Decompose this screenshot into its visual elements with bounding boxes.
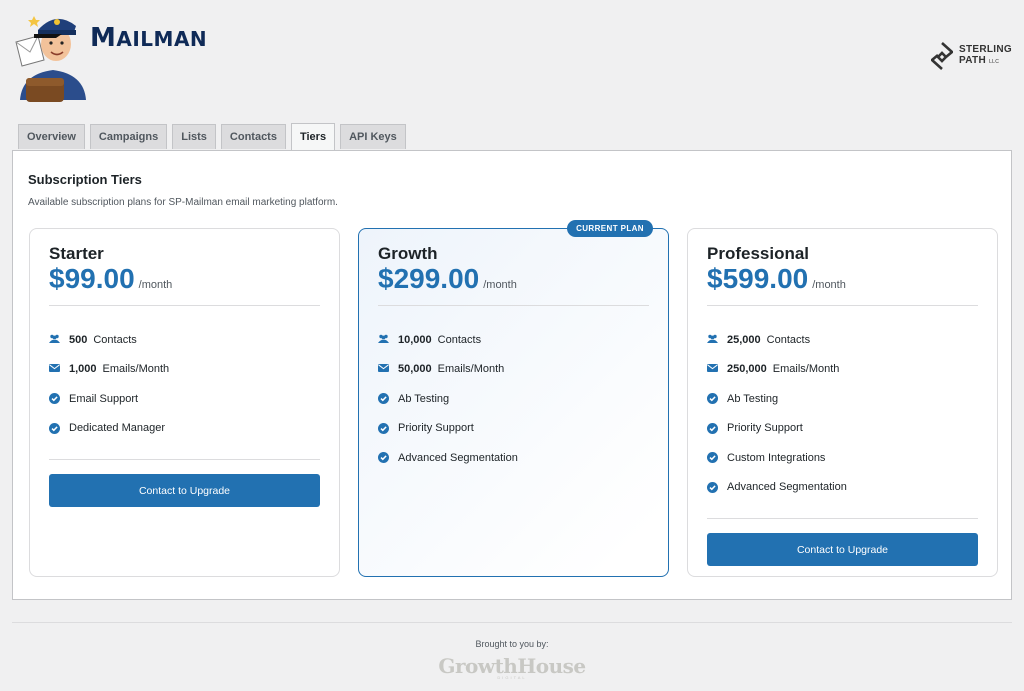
- feature-list: 25,000 Contacts 250,000 Emails/Month Ab Test…: [707, 325, 978, 502]
- users-icon: [49, 334, 60, 345]
- nav-tabs: Overview Campaigns Lists Contacts Tiers …: [18, 123, 406, 150]
- tab-campaigns[interactable]: Campaigns: [89, 124, 168, 149]
- feature-item: Ab Testing: [707, 384, 978, 414]
- users-icon: [707, 334, 718, 345]
- feature-label: Priority Support: [727, 422, 803, 435]
- page-description: Available subscription plans for SP-Mail…: [28, 197, 338, 208]
- feature-value: 250,000: [727, 363, 767, 376]
- feature-item: Ab Testing: [378, 384, 649, 414]
- feature-label: Ab Testing: [727, 392, 779, 405]
- mailman-mascot-logo: [15, 16, 86, 102]
- tier-price-row: $99.00/month: [49, 263, 172, 295]
- check-icon: [707, 452, 718, 464]
- tier-card-starter: Starter $99.00/month 500 Contacts 1,000 Email…: [29, 228, 340, 577]
- tab-lists[interactable]: Lists: [172, 124, 216, 149]
- tier-period: /month: [138, 279, 173, 291]
- feature-item: Custom Integrations: [707, 443, 978, 473]
- tier-card-growth: CURRENT PLAN Growth $299.00/month 10,000 Con…: [358, 220, 669, 577]
- check-icon: [707, 393, 718, 405]
- feature-label: Advanced Segmentation: [398, 451, 518, 464]
- tab-api-keys[interactable]: API Keys: [340, 124, 406, 149]
- feature-value: 25,000: [727, 333, 761, 346]
- sponsor-subtitle: DIGITAL: [497, 675, 527, 680]
- envelope-icon: [49, 363, 60, 375]
- feature-label: Advanced Segmentation: [727, 481, 847, 494]
- tier-price-row: $299.00/month: [378, 263, 517, 295]
- feature-item: Email Support: [49, 384, 320, 414]
- check-icon: [378, 422, 389, 434]
- tier-price: $299.00: [378, 263, 480, 294]
- partner-line1: STERLING: [959, 44, 1012, 55]
- card-divider: [49, 305, 320, 306]
- feature-item: 50,000 Emails/Month: [378, 355, 649, 385]
- tier-period: /month: [812, 279, 846, 291]
- footer-divider: [12, 622, 1012, 623]
- envelope-icon: [707, 363, 718, 375]
- tier-price-row: $599.00/month: [707, 263, 846, 295]
- sponsor-logo[interactable]: GrowthHouse DIGITAL: [0, 654, 1024, 680]
- contact-to-upgrade-button[interactable]: Contact to Upgrade: [49, 474, 320, 507]
- users-icon: [378, 334, 389, 345]
- feature-label: Contacts: [766, 333, 811, 346]
- feature-label: Email Support: [69, 392, 139, 405]
- check-icon: [378, 393, 389, 405]
- check-icon: [378, 452, 389, 464]
- app-title: MAILMAN: [90, 23, 208, 53]
- tab-contacts[interactable]: Contacts: [220, 124, 286, 149]
- page-title: Subscription Tiers: [28, 172, 142, 187]
- feature-label: Emails/Month: [437, 363, 505, 376]
- feature-item: 1,000 Emails/Month: [49, 355, 320, 385]
- card-divider: [707, 518, 978, 519]
- footer-label: Brought to you by:: [475, 639, 549, 649]
- tier-name: Growth: [378, 244, 438, 263]
- card-divider: [707, 305, 978, 306]
- feature-item: 25,000 Contacts: [707, 325, 978, 355]
- feature-item: Priority Support: [707, 414, 978, 444]
- tab-overview[interactable]: Overview: [18, 124, 85, 149]
- current-plan-badge: CURRENT PLAN: [567, 220, 653, 237]
- feature-label: Priority Support: [398, 422, 474, 435]
- card-divider: [378, 305, 649, 306]
- partner-line2: PATH LLC: [959, 55, 1000, 66]
- envelope-icon: [378, 363, 389, 375]
- feature-item: 250,000 Emails/Month: [707, 355, 978, 385]
- feature-label: Ab Testing: [398, 392, 450, 405]
- tab-tiers[interactable]: Tiers: [290, 123, 336, 150]
- tier-name: Professional: [707, 244, 810, 263]
- sterling-path-mark-icon: [931, 42, 954, 70]
- tier-price: $599.00: [707, 263, 809, 294]
- feature-value: 1,000: [69, 363, 97, 376]
- feature-value: 500: [69, 333, 88, 346]
- check-icon: [49, 422, 60, 434]
- tier-period: /month: [483, 279, 517, 291]
- feature-item: 500 Contacts: [49, 325, 320, 355]
- card-divider: [49, 459, 320, 460]
- feature-item: Advanced Segmentation: [378, 443, 649, 473]
- feature-item: 10,000 Contacts: [378, 325, 649, 355]
- tier-card-professional: Professional $599.00/month 25,000 Contacts 2…: [687, 228, 998, 577]
- tier-price: $99.00: [49, 263, 135, 294]
- tiers-panel: Subscription Tiers Available subscriptio…: [12, 150, 1012, 600]
- feature-item: Priority Support: [378, 414, 649, 444]
- feature-item: Dedicated Manager: [49, 414, 320, 444]
- feature-label: Dedicated Manager: [69, 422, 166, 435]
- check-icon: [707, 422, 718, 434]
- contact-to-upgrade-button[interactable]: Contact to Upgrade: [707, 533, 978, 566]
- feature-list: 500 Contacts 1,000 Emails/Month Email Suppor…: [49, 325, 320, 443]
- feature-label: Custom Integrations: [727, 451, 826, 464]
- check-icon: [707, 481, 718, 493]
- feature-label: Emails/Month: [102, 363, 170, 376]
- feature-label: Contacts: [93, 333, 137, 346]
- feature-list: 10,000 Contacts 50,000 Emails/Month Ab Testi…: [378, 325, 649, 473]
- feature-value: 10,000: [398, 333, 432, 346]
- sterling-path-logo: STERLING PATH LLC: [931, 42, 1012, 70]
- feature-item: Advanced Segmentation: [707, 473, 978, 503]
- feature-label: Emails/Month: [772, 363, 840, 376]
- feature-value: 50,000: [398, 363, 432, 376]
- tier-name: Starter: [49, 244, 104, 263]
- feature-label: Contacts: [437, 333, 482, 346]
- check-icon: [49, 393, 60, 405]
